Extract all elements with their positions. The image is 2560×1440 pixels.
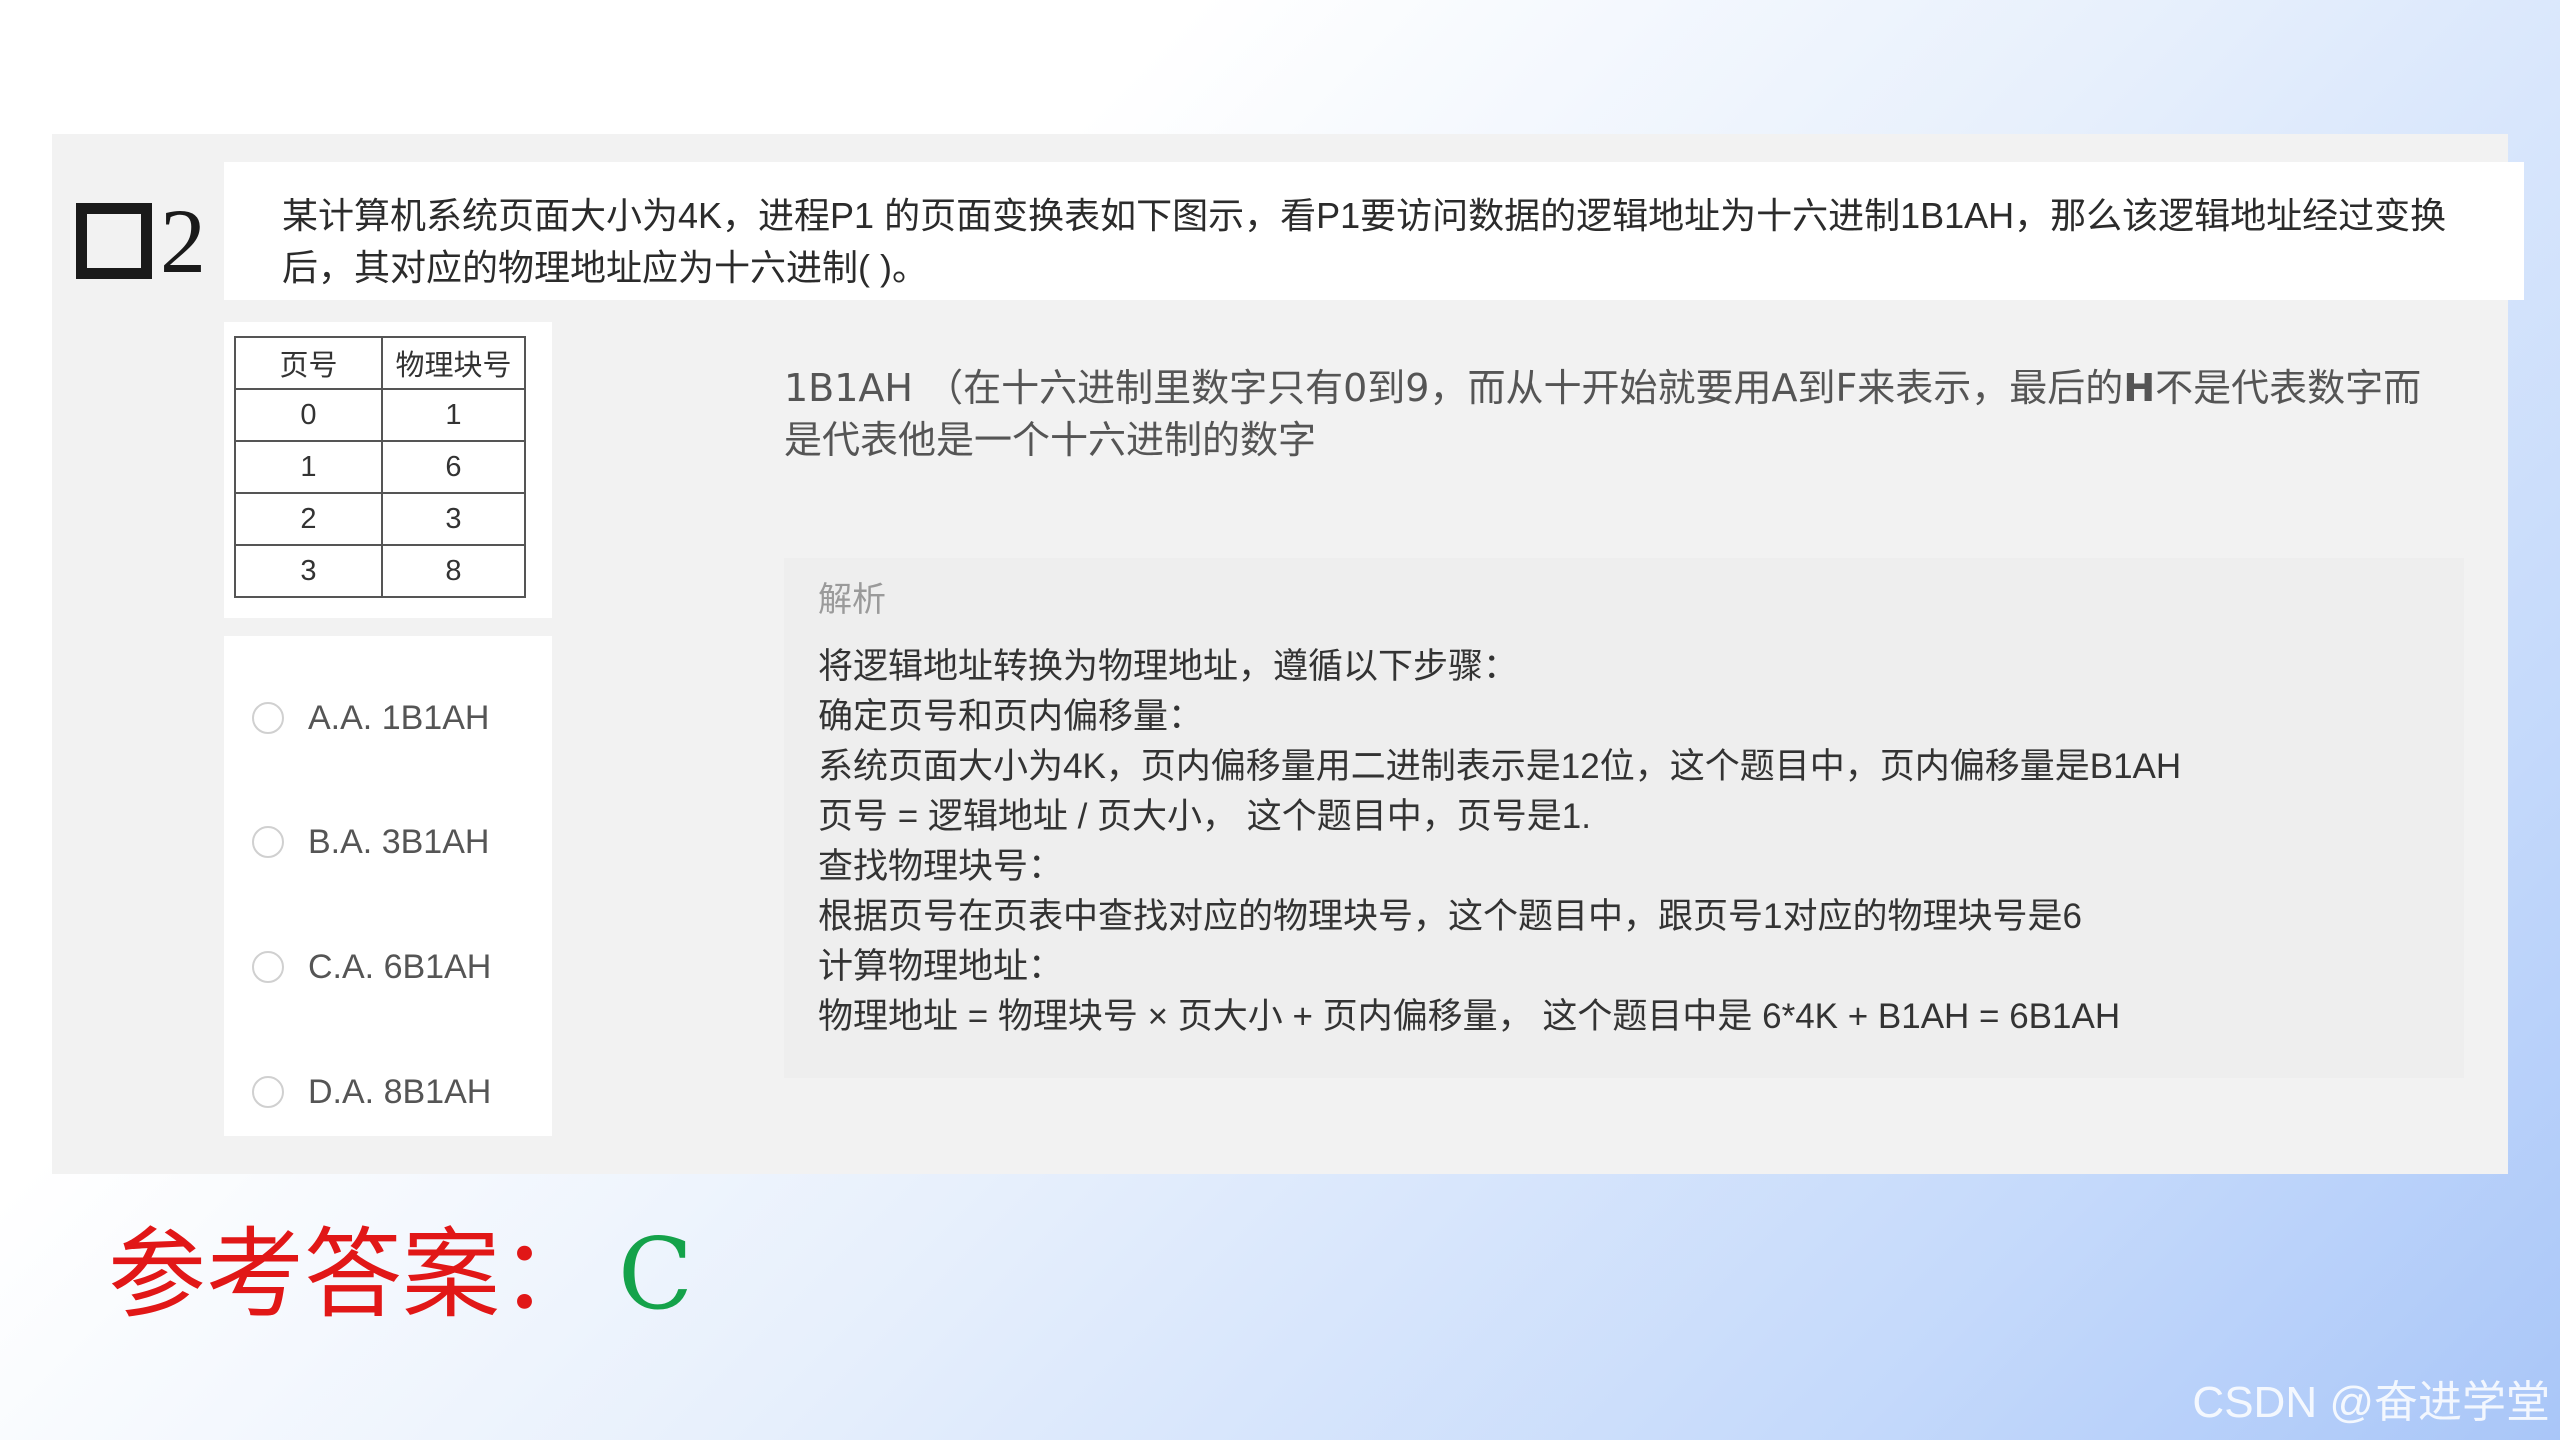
analysis-line: 计算物理地址：	[818, 947, 1064, 986]
analysis-body: 将逻辑地址转换为物理地址，遵循以下步骤： 确定页号和页内偏移量： 系统页面大小为…	[818, 642, 2181, 1042]
hex-value: 1B1AH	[784, 366, 913, 410]
header-frame-number: 物理块号	[381, 336, 526, 390]
cell-frame: 8	[381, 544, 526, 598]
cell-page: 2	[234, 492, 383, 546]
analysis-line: 页号 = 逻辑地址 / 页大小， 这个题目中，页号是1.	[818, 797, 1591, 836]
table-row: 2 3	[234, 492, 526, 546]
option-d[interactable]: D.A. 8B1AH	[252, 1068, 491, 1116]
option-c-label: C.A. 6B1AH	[308, 947, 492, 986]
cell-page: 0	[234, 388, 383, 442]
option-a-label: A.A. 1B1AH	[308, 698, 490, 737]
radio-button-a[interactable]	[252, 702, 284, 734]
table-row: 0 1	[234, 388, 526, 442]
reference-answer: 参考答案： C	[108, 1210, 693, 1340]
option-a[interactable]: A.A. 1B1AH	[252, 694, 489, 742]
analysis-line: 物理地址 = 物理块号 × 页大小 + 页内偏移量， 这个题目中是 6*4K +…	[818, 997, 2121, 1036]
table-row: 3 8	[234, 544, 526, 598]
radio-button-c[interactable]	[252, 951, 284, 983]
analysis-line: 将逻辑地址转换为物理地址，遵循以下步骤：	[818, 647, 1519, 686]
answer-label: 参考答案：	[108, 1218, 599, 1332]
question-card: 某计算机系统页面大小为4K，进程P1 的页面变换表如下图示，看P1要访问数据的逻…	[224, 162, 2524, 300]
cell-page: 3	[234, 544, 383, 598]
question-number-text: 2	[160, 190, 206, 292]
table-row: 1 6	[234, 440, 526, 494]
cell-frame: 3	[381, 492, 526, 546]
hex-explanation-text: （在十六进制里数字只有0到9，而从十开始就要用A到F来表示，最后的	[925, 366, 2124, 410]
option-b[interactable]: B.A. 3B1AH	[252, 818, 489, 866]
analysis-line: 查找物理块号：	[818, 847, 1064, 886]
analysis-line: 确定页号和页内偏移量：	[818, 697, 1204, 736]
page-table-card: 页号 物理块号 0 1 1 6 2 3 3 8	[224, 322, 552, 618]
option-d-label: D.A. 8B1AH	[308, 1072, 492, 1111]
watermark: CSDN @奋进学堂	[2192, 1378, 2550, 1427]
hex-explanation: 1B1AH （在十六进制里数字只有0到9，而从十开始就要用A到F来表示，最后的H…	[784, 362, 2424, 466]
analysis-section: 解析 将逻辑地址转换为物理地址，遵循以下步骤： 确定页号和页内偏移量： 系统页面…	[784, 558, 2464, 1078]
radio-button-d[interactable]	[252, 1076, 284, 1108]
radio-button-b[interactable]	[252, 826, 284, 858]
option-c[interactable]: C.A. 6B1AH	[252, 943, 491, 991]
square-icon	[76, 203, 152, 279]
page-table: 页号 物理块号 0 1 1 6 2 3 3 8	[234, 336, 526, 598]
options-card: A.A. 1B1AH B.A. 3B1AH C.A. 6B1AH D.A. 8B…	[224, 636, 552, 1136]
analysis-title: 解析	[818, 581, 886, 619]
header-page-number: 页号	[234, 336, 383, 390]
table-header-row: 页号 物理块号	[234, 336, 526, 390]
question-text: 某计算机系统页面大小为4K，进程P1 的页面变换表如下图示，看P1要访问数据的逻…	[282, 195, 2447, 288]
hex-suffix: H	[2123, 366, 2156, 410]
cell-frame: 1	[381, 388, 526, 442]
answer-value: C	[618, 1218, 693, 1332]
cell-page: 1	[234, 440, 383, 494]
analysis-line: 根据页号在页表中查找对应的物理块号，这个题目中，跟页号1对应的物理块号是6	[818, 897, 2082, 936]
option-b-label: B.A. 3B1AH	[308, 822, 490, 861]
question-number: 2	[76, 190, 206, 292]
cell-frame: 6	[381, 440, 526, 494]
analysis-line: 系统页面大小为4K，页内偏移量用二进制表示是12位，这个题目中，页内偏移量是B1…	[818, 747, 2182, 786]
